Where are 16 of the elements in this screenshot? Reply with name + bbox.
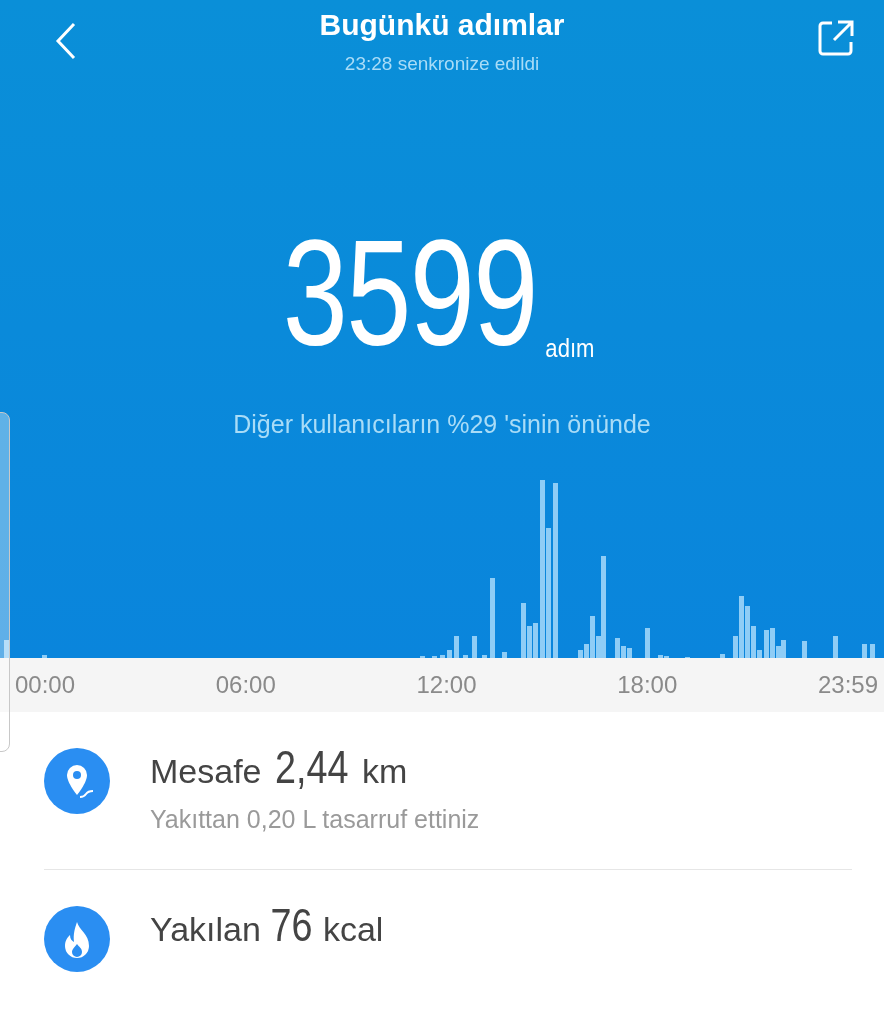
ranking-text: Diğer kullanıcıların %29 'sinin önünde — [232, 409, 652, 440]
share-icon — [816, 18, 856, 58]
flame-icon — [44, 905, 110, 972]
axis-label: 18:00 — [617, 670, 678, 700]
axis-label: 06:00 — [215, 670, 276, 700]
location-pin-icon — [44, 748, 110, 814]
step-count: 3599 — [283, 218, 538, 368]
step-unit: adım — [545, 332, 595, 365]
sync-time: 23:28 senkronize edildi — [344, 52, 540, 76]
metric-note: Yakıttan 0,20 L tasarruf ettiniz — [150, 804, 480, 836]
metric-title: Mesafe 2,44 km — [150, 740, 409, 795]
axis-label: 00:00 — [15, 670, 76, 700]
axis-label: 23:59 — [817, 670, 878, 700]
page-title: Bugünkü adımlar — [319, 7, 565, 40]
axis-label: 12:00 — [416, 670, 477, 700]
metric-title: Yakılan 76 kcal — [150, 897, 384, 953]
